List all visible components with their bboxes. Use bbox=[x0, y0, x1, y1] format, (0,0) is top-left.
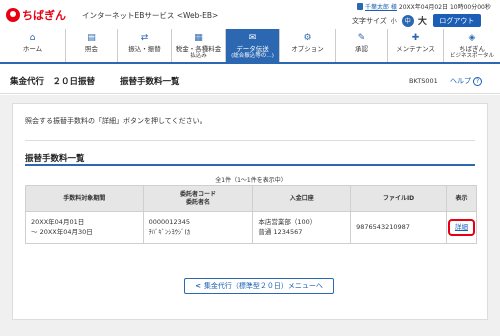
page-title: 振替手数料一覧 bbox=[120, 77, 180, 87]
font-size-small-button[interactable]: 小 bbox=[391, 16, 397, 25]
client-code: 0000012345 bbox=[148, 218, 190, 227]
col-header-account: 入金口座 bbox=[252, 185, 352, 212]
user-name-link[interactable]: 千葉太郎 様 bbox=[365, 2, 397, 11]
period-to: ～ 20XX年04月30日 bbox=[31, 227, 93, 236]
font-size-large-button[interactable]: 大 bbox=[418, 14, 427, 27]
table-header-row: 手数料対象期間 委託者コード 委託者名 入金口座 ファイルID 表示 bbox=[25, 185, 478, 212]
help-link[interactable]: ヘルプ ? bbox=[450, 76, 482, 86]
detail-button[interactable]: 詳細 bbox=[447, 218, 475, 237]
bank-logo-icon bbox=[6, 8, 20, 22]
bank-logo[interactable]: ちばぎん bbox=[6, 7, 66, 23]
nav-label: ホーム bbox=[22, 45, 43, 53]
fee-list-table: 手数料対象期間 委託者コード 委託者名 入金口座 ファイルID 表示 20XX年… bbox=[25, 185, 478, 244]
content-panel: 照会する振替手数料の「詳細」ボタンを押してください。 振替手数料一覧 全1件（1… bbox=[12, 103, 488, 320]
nav-transfer[interactable]: ⇄ 振込・振替 bbox=[118, 29, 172, 62]
nav-sublabel: 払込み bbox=[190, 53, 207, 60]
chevron-left-icon: < bbox=[195, 282, 201, 290]
cell-file-id: 9876543210987 bbox=[350, 211, 447, 244]
nav-home[interactable]: ⌂ ホーム bbox=[0, 29, 66, 62]
font-size-medium-button[interactable]: 中 bbox=[401, 14, 414, 27]
screen-id: BKTS001 bbox=[409, 77, 438, 85]
section-title: 振替手数料一覧 bbox=[25, 154, 85, 164]
nav-maintenance[interactable]: ✚ メンテナンス bbox=[388, 29, 444, 62]
nav-approval[interactable]: ✎ 承認 bbox=[336, 29, 388, 62]
result-count: 全1件（1～1件を表示中） bbox=[215, 177, 287, 184]
col-header-client: 委託者コード 委託者名 bbox=[142, 185, 254, 212]
client-name: ﾁﾊﾞｷﾞﾝｼﾖｳｼﾞ(ｶ bbox=[148, 227, 191, 236]
approval-icon: ✎ bbox=[357, 33, 366, 43]
user-icon bbox=[357, 3, 363, 10]
login-time: 20XX年04月02日 10時00分00秒 bbox=[398, 4, 491, 11]
title-bar: 集金代行 ２０日振替 振替手数料一覧 BKTS001 ヘルプ ? bbox=[0, 66, 500, 94]
section-underline bbox=[25, 164, 475, 166]
wrench-icon: ✚ bbox=[411, 33, 420, 43]
tax-icon: ▦ bbox=[194, 33, 203, 43]
table-row: 20XX年04月01日 ～ 20XX年04月30日 0000012345 ﾁﾊﾞ… bbox=[25, 211, 478, 244]
nav-data-transfer[interactable]: ✉ データ伝送 (総合振込等の…) bbox=[226, 29, 280, 62]
period-from: 20XX年04月01日 bbox=[31, 218, 85, 227]
nav-sublabel: (総合振込等の…) bbox=[231, 53, 274, 60]
nav-tax-payment[interactable]: ▦ 税金・各種料金 払込み bbox=[172, 29, 226, 62]
top-bar: ちばぎん インターネットEBサービス <Web-EB> 千葉太郎 様 20XX年… bbox=[0, 0, 500, 29]
nav-label: オプション bbox=[291, 45, 324, 53]
nav-sublabel: ビジネスポータル bbox=[449, 53, 494, 60]
help-label: ヘルプ bbox=[450, 77, 471, 85]
data-transfer-icon: ✉ bbox=[248, 33, 257, 43]
divider bbox=[25, 140, 475, 141]
user-info: 千葉太郎 様 20XX年04月02日 10時00分00秒 bbox=[357, 2, 491, 11]
back-button-label: 集金代行（標準型２０日）メニューへ bbox=[203, 282, 323, 290]
portal-icon: ◈ bbox=[468, 33, 476, 43]
service-name: インターネットEBサービス <Web-EB> bbox=[82, 11, 219, 20]
main-content: 照会する振替手数料の「詳細」ボタンを押してください。 振替手数料一覧 全1件（1… bbox=[0, 95, 500, 336]
nav-inquiry[interactable]: ▤ 照会 bbox=[66, 29, 118, 62]
account-number: 普通 1234567 bbox=[258, 227, 303, 236]
col-header-period: 手数料対象期間 bbox=[25, 185, 144, 212]
cell-account: 本店営業部（100） 普通 1234567 bbox=[252, 211, 352, 244]
nav-option[interactable]: ⚙ オプション bbox=[280, 29, 336, 62]
col-header-display: 表示 bbox=[445, 185, 478, 212]
bank-logo-text: ちばぎん bbox=[22, 9, 66, 22]
nav-label: 振込・振替 bbox=[128, 45, 161, 53]
gear-icon: ⚙ bbox=[303, 33, 312, 43]
back-to-menu-button[interactable]: < 集金代行（標準型２０日）メニューへ bbox=[184, 278, 334, 294]
global-nav: ⌂ ホーム ▤ 照会 ⇄ 振込・振替 ▦ 税金・各種料金 払込み ✉ データ伝送… bbox=[0, 29, 500, 64]
home-icon: ⌂ bbox=[29, 33, 36, 43]
guide-text: 照会する振替手数料の「詳細」ボタンを押してください。 bbox=[25, 117, 207, 125]
nav-business-portal[interactable]: ◈ ちばぎん ビジネスポータル bbox=[444, 29, 500, 62]
font-size-control: 文字サイズ 小 中 大 ログアウト bbox=[352, 14, 481, 27]
page-category-title: 集金代行 ２０日振替 bbox=[10, 77, 96, 87]
transfer-icon: ⇄ bbox=[140, 33, 149, 43]
help-icon: ? bbox=[473, 76, 482, 86]
col-header-file-id: ファイルID bbox=[350, 185, 447, 212]
nav-label: メンテナンス bbox=[396, 45, 435, 53]
cell-client: 0000012345 ﾁﾊﾞｷﾞﾝｼﾖｳｼﾞ(ｶ bbox=[142, 211, 254, 244]
font-size-label: 文字サイズ bbox=[352, 16, 387, 25]
cell-display: 詳細 bbox=[445, 211, 478, 244]
nav-label: 照会 bbox=[85, 45, 98, 53]
cell-period: 20XX年04月01日 ～ 20XX年04月30日 bbox=[25, 211, 144, 244]
document-icon: ▤ bbox=[87, 33, 96, 43]
account-branch: 本店営業部（100） bbox=[258, 218, 317, 227]
nav-label: 承認 bbox=[355, 45, 368, 53]
logout-button[interactable]: ログアウト bbox=[432, 14, 481, 27]
